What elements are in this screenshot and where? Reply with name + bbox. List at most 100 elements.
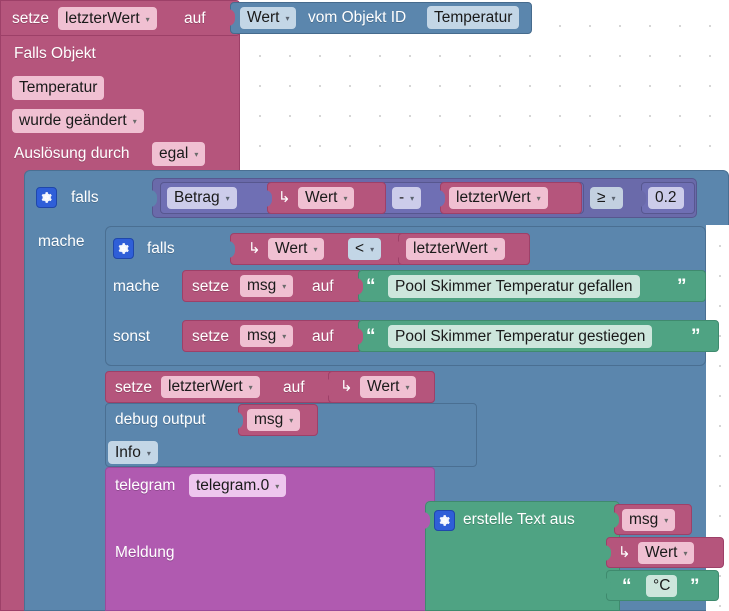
then-set-label: setze [192,278,230,295]
chevron-down-icon: ▾ [248,383,253,392]
create-text-mutator-gear-icon[interactable] [434,510,455,531]
compare-operator-value: ≥ [597,189,606,206]
inner-if-label: falls [147,240,175,257]
trigger-by-label: Auslösung durch [14,145,130,162]
blockly-workspace[interactable]: setze letzterWert ▾ auf Wert ▾ vom Objek… [0,0,729,611]
inner-left-operand-value: Wert [275,240,308,257]
else-text-field[interactable]: Pool Skimmer Temperatur gestiegen [388,325,653,348]
chevron-down-icon: ▾ [275,481,280,491]
chevron-down-icon: ▾ [282,282,287,291]
chevron-down-icon: ▾ [313,245,318,254]
inner-compare-operator-dropdown[interactable]: < ▾ [348,238,382,260]
unit-quote-close-icon: ” [690,576,700,597]
update-value: Wert [367,378,400,395]
left-operand-dropdown[interactable]: Wert ▾ [298,187,355,209]
right-operand-value: letzterWert [456,189,531,206]
object-name-value: Temperatur [19,79,98,96]
text-part-3-field[interactable]: °C [646,575,678,597]
object-value-field-dropdown[interactable]: Wert ▾ [240,7,297,29]
debug-value: msg [254,411,284,428]
left-operand-value: Wert [305,189,338,206]
abs-function-value: Betrag [174,189,220,206]
inner-variable-arrow-icon: ↳ [248,240,261,257]
update-set-label: setze [115,379,153,396]
else-set-variable-value: msg [247,327,277,344]
chevron-down-icon: ▾ [664,516,669,525]
set-variable-dropdown[interactable]: letzterWert ▾ [58,7,157,30]
telegram-message-label: Meldung [115,544,175,561]
chevron-down-icon: ▾ [225,194,230,203]
abs-function-dropdown[interactable]: Betrag ▾ [167,187,237,209]
else-auf-label: auf [312,328,334,345]
threshold-value-field[interactable]: 0.2 [648,187,684,209]
auf-label: auf [184,10,206,27]
chevron-down-icon: ▾ [289,416,294,425]
chevron-down-icon: ▾ [493,245,498,254]
set-variable-value: letzterWert [65,9,140,27]
else-set-label: setze [192,328,230,345]
minus-operator-value: - [399,189,405,206]
trigger-condition-dropdown[interactable]: wurde geändert ▾ [12,109,144,133]
text-part-2-arrow-icon: ↳ [618,544,631,561]
chevron-down-icon: ▾ [370,245,375,254]
object-name-field[interactable]: Temperatur [12,76,105,100]
telegram-instance-value: telegram.0 [196,476,270,494]
create-text-label: erstelle Text aus [463,511,575,528]
text-part-1-value: msg [629,511,659,528]
unit-quote-open-icon: “ [622,576,632,597]
telegram-instance-dropdown[interactable]: telegram.0 ▾ [189,474,287,497]
text-part-2-dropdown[interactable]: Wert ▾ [638,542,695,564]
update-auf-label: auf [283,379,305,396]
set-label: setze [12,10,50,27]
debug-value-dropdown[interactable]: msg ▾ [247,409,301,431]
inner-if-else-label: sonst [113,328,151,345]
minus-operator-dropdown[interactable]: - ▾ [392,187,422,209]
right-operand-dropdown[interactable]: letzterWert ▾ [449,187,548,209]
update-variable-arrow-icon: ↳ [340,378,353,395]
trigger-by-value: egal [159,145,189,162]
then-text-value: Pool Skimmer Temperatur gefallen [395,277,633,295]
update-set-variable-dropdown[interactable]: letzterWert ▾ [161,376,260,398]
inner-right-operand-dropdown[interactable]: letzterWert ▾ [406,238,505,260]
chevron-down-icon: ▾ [145,14,150,24]
outer-if-label: falls [71,189,99,206]
threshold-value: 0.2 [655,189,677,206]
chevron-down-icon: ▾ [132,117,137,126]
then-set-variable-value: msg [247,277,277,294]
else-quote-close-icon: ” [691,326,701,347]
chevron-down-icon: ▾ [146,448,151,458]
debug-level-value: Info [115,443,141,461]
chevron-down-icon: ▾ [194,150,199,159]
then-quote-close-icon: ” [677,276,687,297]
compare-operator-dropdown[interactable]: ≥ ▾ [590,187,623,209]
inner-if-mutator-gear-icon[interactable] [113,238,134,259]
chevron-down-icon: ▾ [405,383,410,392]
of-object-id-label: vom Objekt ID [308,9,407,26]
else-text-value: Pool Skimmer Temperatur gestiegen [395,327,646,345]
chevron-down-icon: ▾ [611,194,616,203]
inner-if-do-label: mache [113,278,160,295]
else-quote-open-icon: “ [366,326,376,347]
chevron-down-icon: ▾ [285,14,290,23]
chevron-down-icon: ▾ [683,549,688,558]
inner-left-operand-dropdown[interactable]: Wert ▾ [268,238,325,260]
then-text-field[interactable]: Pool Skimmer Temperatur gefallen [388,275,640,298]
text-part-2-value: Wert [645,544,678,561]
outer-if-mutator-gear-icon[interactable] [36,187,57,208]
variable-arrow-icon: ↳ [278,189,291,206]
debug-level-dropdown[interactable]: Info ▾ [108,441,158,464]
object-id-value: Temperatur [434,8,513,26]
else-set-variable-dropdown[interactable]: msg ▾ [240,325,294,347]
object-value-field: Wert [247,9,280,26]
then-auf-label: auf [312,278,334,295]
inner-right-operand-value: letzterWert [413,240,488,257]
falls-objekt-label: Falls Objekt [14,45,96,62]
then-quote-open-icon: “ [366,276,376,297]
object-id-field[interactable]: Temperatur [427,6,520,29]
text-part-1-dropdown[interactable]: msg ▾ [622,509,676,531]
update-value-dropdown[interactable]: Wert ▾ [360,376,417,398]
chevron-down-icon: ▾ [536,194,541,203]
then-set-variable-dropdown[interactable]: msg ▾ [240,275,294,297]
trigger-by-dropdown[interactable]: egal ▾ [152,142,206,166]
chevron-down-icon: ▾ [282,332,287,341]
